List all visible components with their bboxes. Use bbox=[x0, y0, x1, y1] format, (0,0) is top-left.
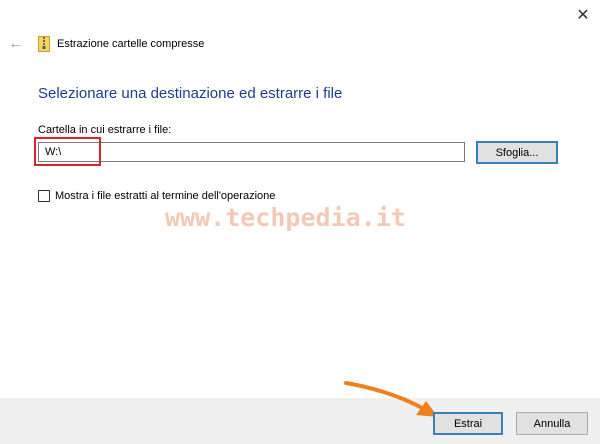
destination-label: Cartella in cui estrarre i file: bbox=[38, 124, 172, 136]
zip-folder-icon bbox=[38, 36, 50, 52]
extract-dialog: ✕ ← Estrazione cartelle compresse Selezi… bbox=[0, 0, 600, 444]
dialog-footer bbox=[0, 398, 600, 444]
cancel-button[interactable]: Annulla bbox=[516, 412, 588, 435]
browse-button[interactable]: Sfoglia... bbox=[476, 141, 558, 164]
show-files-label: Mostra i file estratti al termine dell'o… bbox=[55, 190, 276, 202]
close-button[interactable]: ✕ bbox=[572, 6, 594, 26]
back-button[interactable]: ← bbox=[8, 36, 24, 52]
back-arrow-icon: ← bbox=[8, 35, 24, 52]
watermark-text: www.techpedia.it bbox=[165, 203, 406, 232]
extract-button[interactable]: Estrai bbox=[433, 412, 503, 435]
page-heading: Selezionare una destinazione ed estrarre… bbox=[38, 85, 343, 102]
window-title: Estrazione cartelle compresse bbox=[57, 38, 205, 50]
close-icon: ✕ bbox=[576, 7, 590, 24]
show-files-option[interactable]: Mostra i file estratti al termine dell'o… bbox=[38, 189, 275, 203]
destination-path-input[interactable] bbox=[38, 142, 465, 162]
show-files-checkbox[interactable] bbox=[38, 190, 50, 202]
